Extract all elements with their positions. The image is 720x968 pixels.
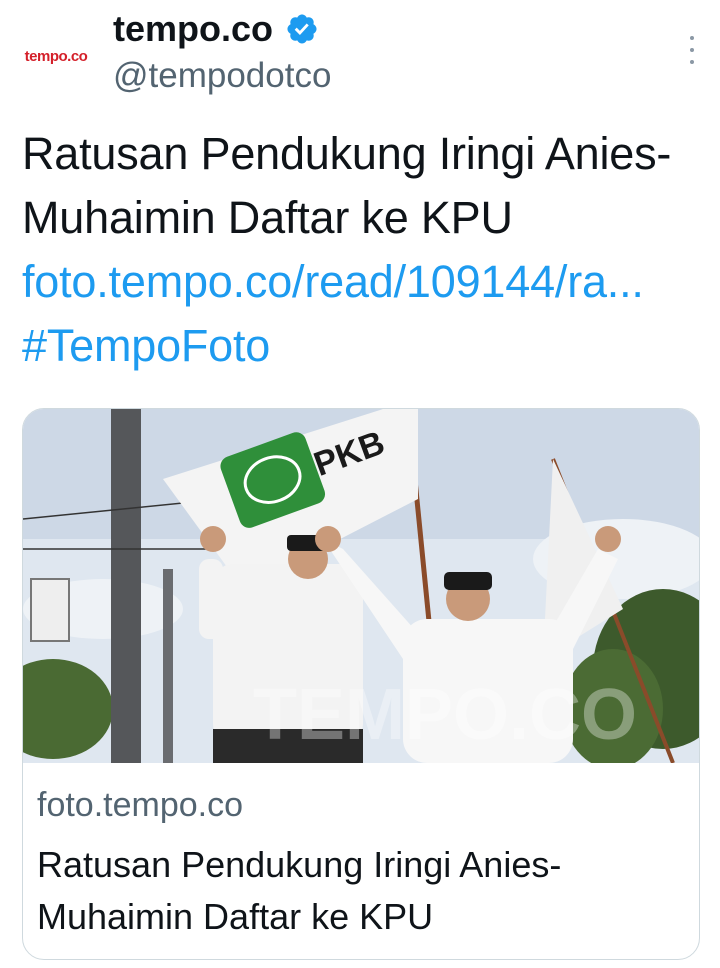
avatar[interactable]: tempo.co (14, 30, 98, 82)
card-title: Ratusan Pendukung Iringi Anies-Muhaimin … (37, 844, 562, 937)
tweet-hashtag[interactable]: #TempoFoto (22, 320, 270, 371)
card-meta: foto.tempo.co Ratusan Pendukung Iringi A… (37, 781, 685, 943)
tempo-logo: tempo.co (24, 47, 88, 65)
author-name-row: tempo.co (113, 4, 319, 54)
user-handle[interactable]: @tempodotco (113, 56, 331, 96)
tweet-link[interactable]: foto.tempo.co/read/109144/ra... (22, 256, 644, 307)
verified-badge-icon[interactable] (285, 12, 319, 46)
tweet-body: Ratusan Pendukung Iringi Anies-Muhaimin … (22, 128, 672, 243)
card-domain: foto.tempo.co (37, 786, 244, 824)
tweet-text: Ratusan Pendukung Iringi Anies-Muhaimin … (22, 122, 702, 378)
image-watermark: TEMPO.CO (253, 675, 637, 755)
card-image[interactable]: PKB TEMPO.CO (23, 409, 699, 763)
link-preview-card[interactable]: PKB TEMPO.CO foto.tempo.co Ratusan Pendu… (22, 408, 700, 960)
display-name[interactable]: tempo.co (113, 8, 273, 50)
more-vertical-icon[interactable] (686, 36, 698, 64)
